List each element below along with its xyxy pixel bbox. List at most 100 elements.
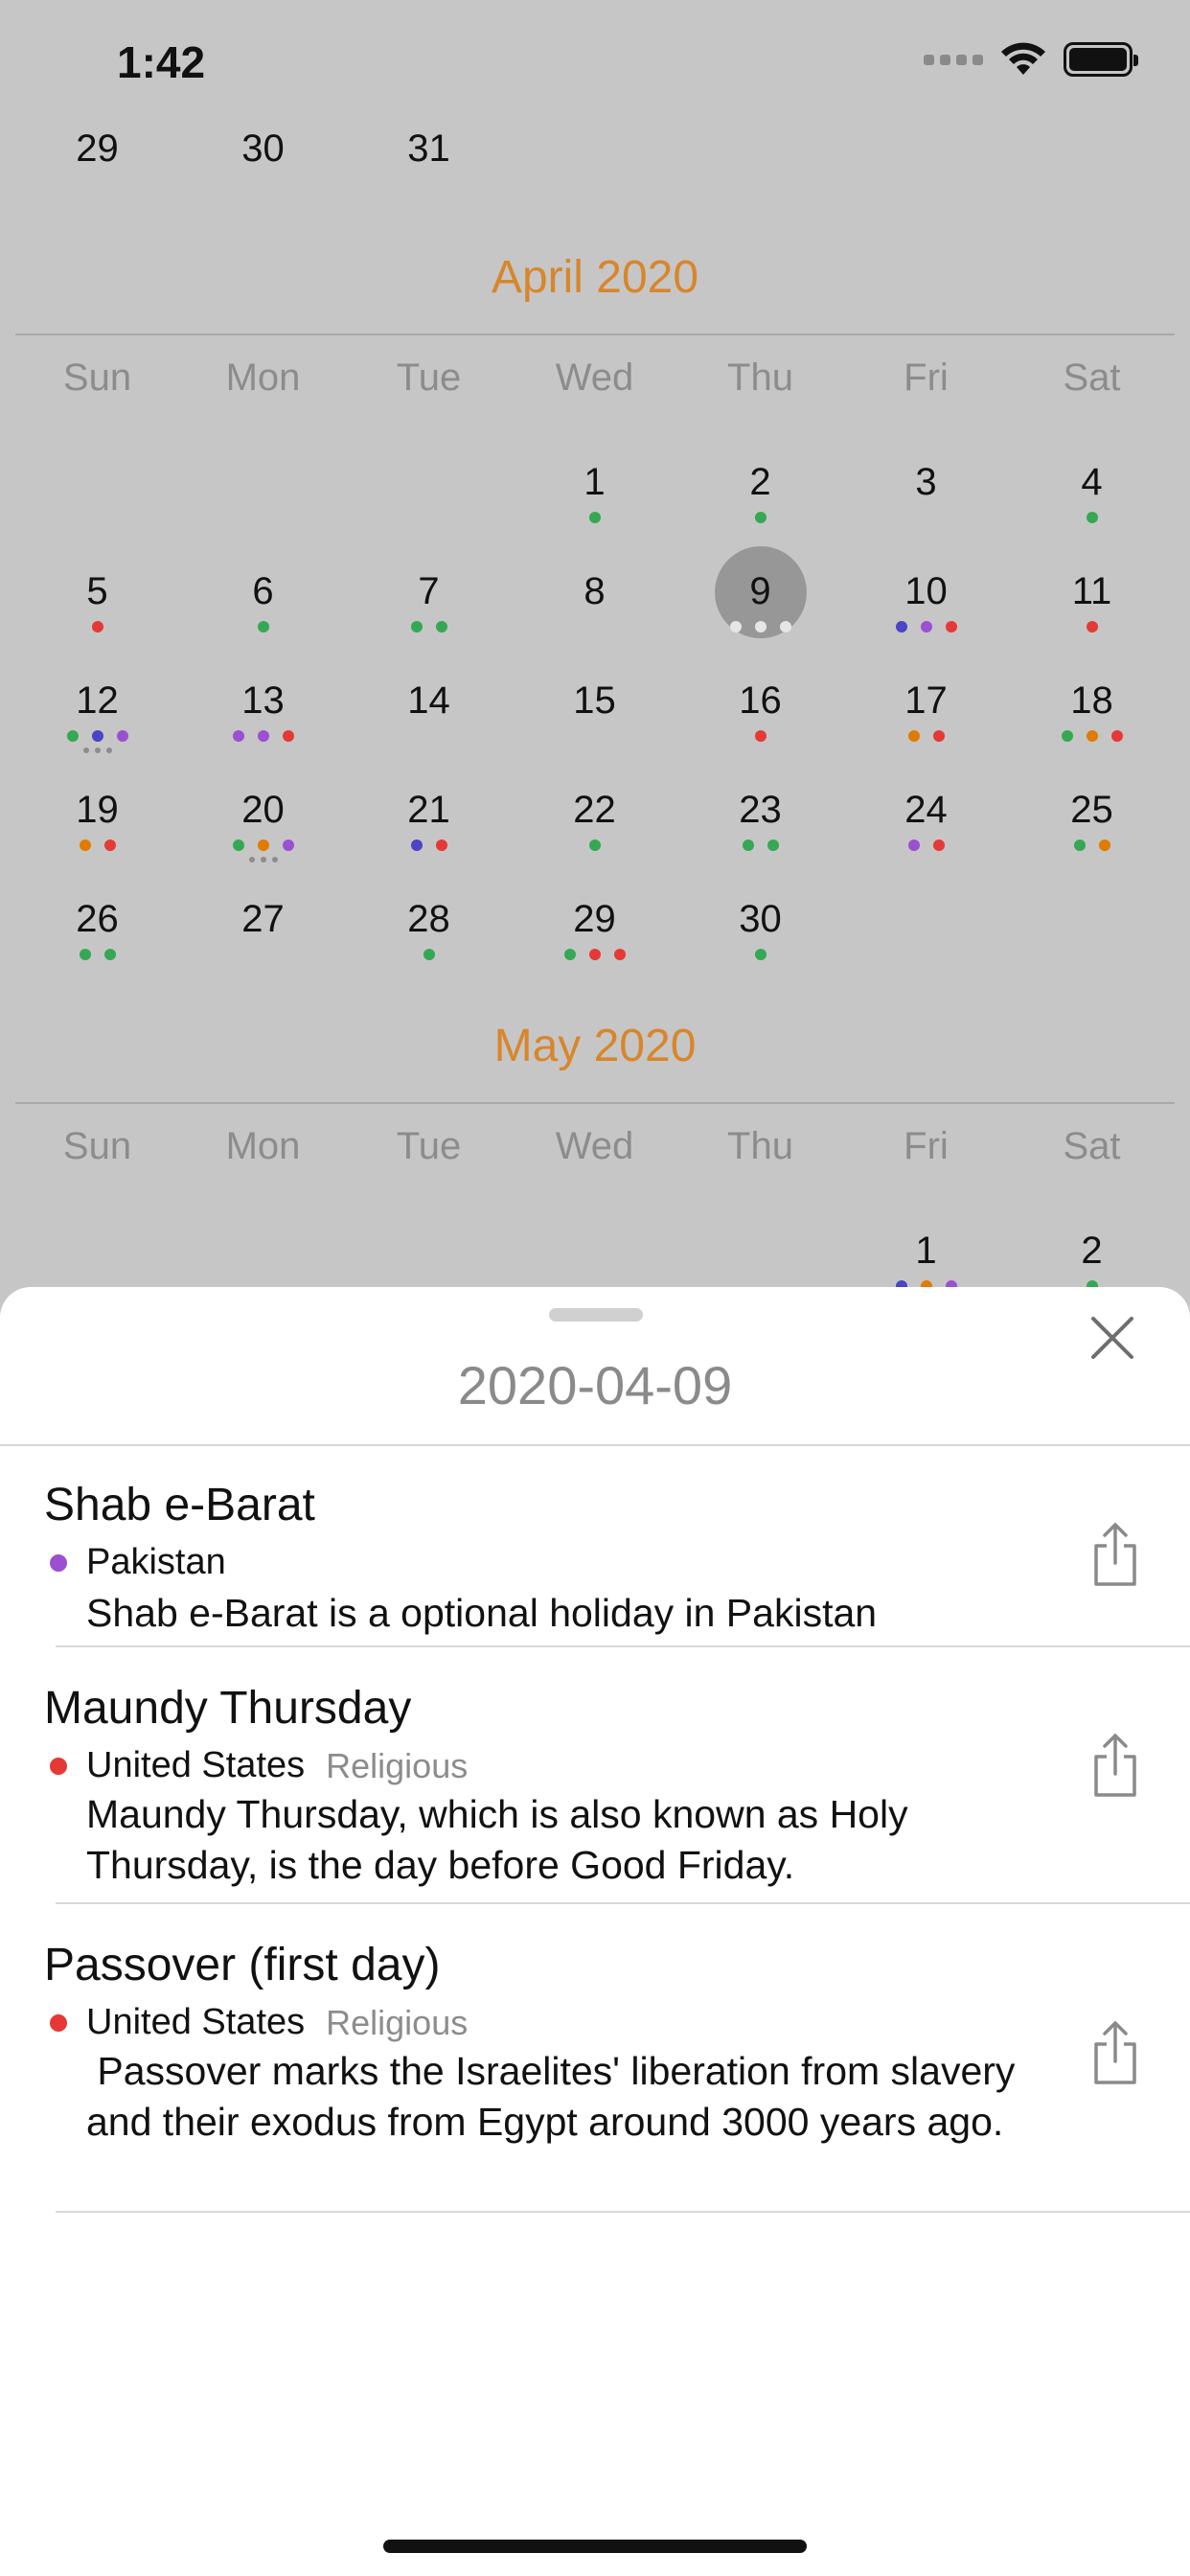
weekday-header: Thu — [727, 356, 793, 399]
event-dots — [1009, 621, 1175, 632]
event-dot — [613, 949, 626, 960]
day-cell-april-30[interactable]: 30 — [677, 895, 843, 960]
day-cell-april-4[interactable]: 4 — [1009, 458, 1175, 523]
event-dot — [103, 840, 116, 851]
day-number: 2 — [749, 461, 771, 503]
day-cell-april-16[interactable]: 16 — [677, 677, 843, 742]
day-cell-april-6[interactable]: 6 — [180, 567, 346, 632]
share-icon — [1094, 1734, 1136, 1797]
event-dot — [423, 949, 435, 960]
event-dots — [346, 949, 512, 960]
day-number: 29 — [573, 898, 616, 940]
event-dots — [180, 730, 346, 742]
weekday-header: Wed — [555, 356, 634, 399]
event-dot — [410, 621, 423, 632]
day-cell-april-18[interactable]: 18 — [1009, 677, 1175, 742]
event-dots — [843, 621, 1009, 632]
day-number: 14 — [407, 679, 450, 722]
day-cell-april-28[interactable]: 28 — [346, 895, 512, 960]
more-events-indicator — [14, 748, 180, 753]
weekday-header: Mon — [225, 1125, 301, 1167]
day-cell-april-15[interactable]: 15 — [512, 677, 677, 742]
share-button[interactable] — [1088, 2019, 1142, 2086]
day-cell-april-23[interactable]: 23 — [677, 786, 843, 851]
event-dot — [91, 730, 103, 742]
event-row[interactable]: Shab e-Barat Pakistan Shab e-Barat is a … — [0, 1446, 1190, 1647]
event-dot — [588, 949, 601, 960]
day-cell-april-25[interactable]: 25 — [1009, 786, 1175, 851]
event-meta: United States Religious — [50, 1745, 468, 1786]
day-number: 17 — [904, 679, 948, 722]
day-cell-april-26[interactable]: 26 — [14, 895, 180, 960]
event-dots — [512, 840, 677, 851]
day-cell-march-30[interactable]: 30 — [180, 125, 346, 172]
day-number: 10 — [904, 570, 948, 612]
day-cell-may-2[interactable]: 2 — [1009, 1227, 1175, 1292]
event-dot — [232, 840, 244, 851]
event-dots — [346, 840, 512, 851]
event-dot — [932, 730, 945, 742]
home-indicator[interactable] — [383, 2540, 807, 2553]
month-title-april: April 2020 — [491, 252, 699, 303]
day-cell-april-11[interactable]: 11 — [1009, 567, 1175, 632]
day-cell-april-12[interactable]: 12 — [14, 677, 180, 753]
day-cell-april-5[interactable]: 5 — [14, 567, 180, 632]
event-dots — [14, 621, 180, 632]
event-dots — [14, 730, 180, 742]
day-cell-april-27[interactable]: 27 — [180, 895, 346, 960]
day-cell-april-24[interactable]: 24 — [843, 786, 1009, 851]
event-dots — [1009, 840, 1175, 851]
day-cell-april-2[interactable]: 2 — [677, 458, 843, 523]
day-cell-april-21[interactable]: 21 — [346, 786, 512, 851]
day-cell-april-20[interactable]: 20 — [180, 786, 346, 862]
event-dot — [1073, 840, 1086, 851]
weekday-header: Tue — [396, 356, 462, 399]
sheet-grabber[interactable] — [549, 1308, 643, 1322]
day-cell-april-9[interactable]: 9 — [677, 567, 843, 632]
day-number: 28 — [407, 898, 450, 940]
day-number: 6 — [252, 570, 274, 612]
day-cell-march-31[interactable]: 31 — [346, 125, 512, 172]
event-category: Religious — [326, 2002, 469, 2042]
day-number: 18 — [1070, 679, 1113, 722]
event-dot — [435, 621, 447, 632]
share-icon — [1094, 1523, 1136, 1586]
day-number: 16 — [739, 679, 782, 722]
event-dot — [257, 621, 269, 632]
event-row[interactable]: Maundy Thursday United States Religious … — [0, 1647, 1190, 1904]
day-cell-april-3[interactable]: 3 — [843, 458, 1009, 523]
event-title: Passover (first day) — [44, 1940, 441, 1990]
day-cell-april-10[interactable]: 10 — [843, 567, 1009, 632]
event-dot — [232, 730, 244, 742]
event-dot — [1086, 621, 1098, 632]
weekday-header: Wed — [555, 1125, 634, 1167]
share-button[interactable] — [1088, 1521, 1142, 1588]
day-cell-april-1[interactable]: 1 — [512, 458, 677, 523]
event-dots — [14, 949, 180, 960]
day-cell-march-29[interactable]: 29 — [14, 125, 180, 172]
event-dots — [346, 730, 512, 742]
event-row[interactable]: Passover (first day) United States Relig… — [0, 1904, 1190, 2213]
day-cell-april-17[interactable]: 17 — [843, 677, 1009, 742]
event-dots — [677, 730, 843, 742]
day-cell-april-19[interactable]: 19 — [14, 786, 180, 851]
day-cell-april-13[interactable]: 13 — [180, 677, 346, 742]
share-button[interactable] — [1088, 1732, 1142, 1799]
event-dots — [677, 840, 843, 851]
event-title: Maundy Thursday — [44, 1683, 412, 1734]
day-number: 29 — [76, 127, 119, 170]
day-cell-april-22[interactable]: 22 — [512, 786, 677, 851]
day-number: 30 — [739, 898, 782, 940]
day-cell-april-14[interactable]: 14 — [346, 677, 512, 742]
day-cell-april-29[interactable]: 29 — [512, 895, 677, 960]
calendar-view[interactable]: 1:42 29 30 31 April 2020 Sun Mon Tue Wed Thu Fri S… — [0, 0, 1190, 1292]
weekday-header: Mon — [225, 356, 301, 399]
event-dots — [512, 512, 677, 523]
event-dots — [677, 621, 843, 632]
day-cell-april-7[interactable]: 7 — [346, 567, 512, 632]
event-dot — [754, 949, 767, 960]
share-icon — [1094, 2021, 1136, 2084]
day-cell-april-8[interactable]: 8 — [512, 567, 677, 632]
day-cell-may-1[interactable]: 1 — [843, 1227, 1009, 1292]
event-dots — [346, 621, 512, 632]
